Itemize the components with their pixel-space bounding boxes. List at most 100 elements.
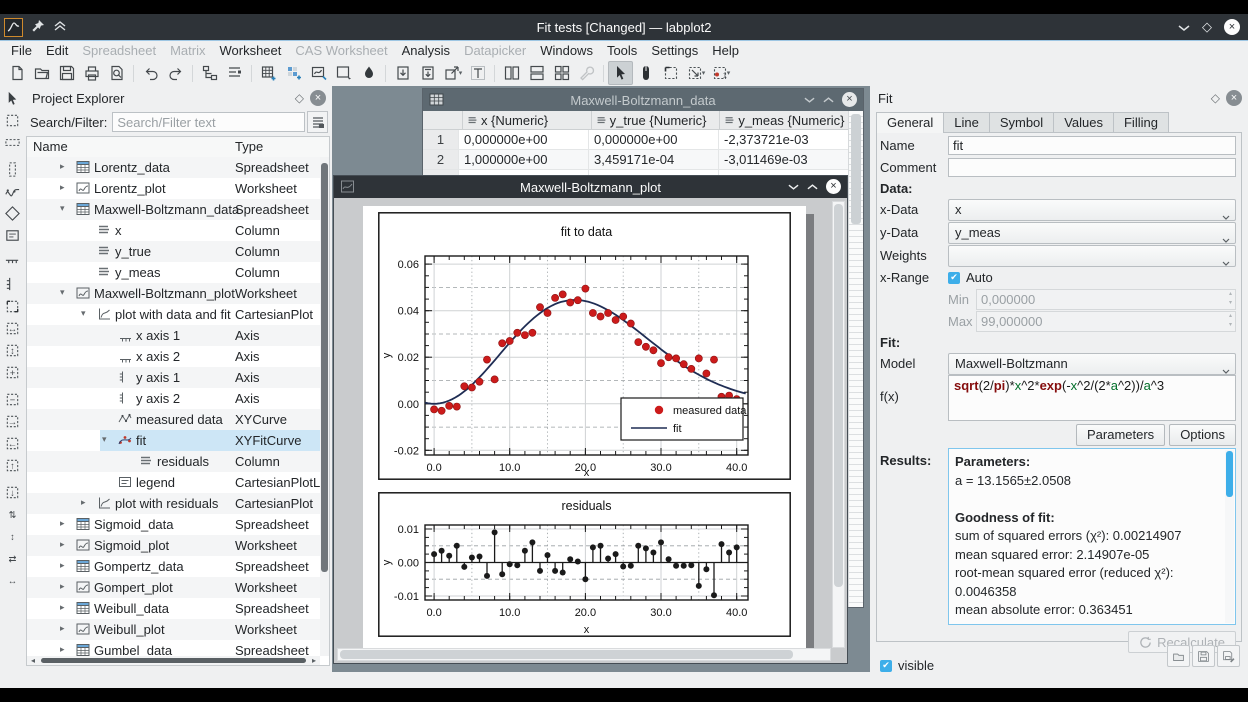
scale-y-tool-icon[interactable]: ⇅: [2, 504, 23, 525]
residuals-chart[interactable]: 0.010.020.030.040.0-0.010.000.01residual…: [378, 492, 791, 640]
expander-icon[interactable]: ▸: [60, 644, 65, 655]
expander-icon[interactable]: ▸: [60, 182, 65, 193]
navigate-mode-icon[interactable]: [633, 61, 658, 85]
tree-row-measured-data[interactable]: measured dataXYCurve: [27, 409, 320, 430]
expander-icon[interactable]: ▾: [102, 434, 107, 445]
spreadsheet-column-header[interactable]: y_true {Numeric}: [592, 111, 721, 129]
new-note-icon[interactable]: [356, 61, 381, 85]
plot-window-titlebar[interactable]: Maxwell-Boltzmann_plot ×: [334, 176, 847, 198]
model-combobox[interactable]: Maxwell-Boltzmann: [948, 353, 1236, 375]
plot-close-icon[interactable]: ×: [826, 179, 841, 194]
tree-vertical-scrollbar[interactable]: [320, 157, 329, 656]
tree-row-plot-with-data-and-fit[interactable]: ▾plot with data and fitCartesianPlot: [27, 304, 320, 325]
tree-column-name[interactable]: Name: [33, 139, 68, 154]
filter-options-icon[interactable]: [307, 111, 328, 133]
menu-tools[interactable]: Tools: [600, 42, 644, 59]
add-legend-tool-icon[interactable]: [2, 225, 23, 246]
new-worksheet-icon[interactable]: [306, 61, 331, 85]
expander-icon[interactable]: ▾: [81, 308, 86, 319]
tab-filling[interactable]: Filling: [1113, 112, 1169, 133]
tab-general[interactable]: General: [876, 112, 944, 133]
menu-edit[interactable]: Edit: [39, 42, 75, 59]
menu-analysis[interactable]: Analysis: [395, 42, 457, 59]
print-icon[interactable]: [79, 61, 104, 85]
tree-row-x[interactable]: xColumn: [27, 220, 320, 241]
parameters-button[interactable]: Parameters: [1076, 424, 1165, 446]
plot-minimize-icon[interactable]: [788, 179, 799, 194]
float-fit-dock-icon[interactable]: ◇: [1211, 91, 1220, 105]
add-equation-curve-tool-icon[interactable]: [2, 203, 23, 224]
undo-icon[interactable]: [138, 61, 163, 85]
zoom-select-mode-icon[interactable]: [658, 61, 683, 85]
zoom-x-select-tool-icon[interactable]: [2, 132, 23, 153]
spreadsheet-column-header[interactable]: x {Numeric}: [463, 111, 592, 129]
tree-row-Gompertz_data[interactable]: ▸Gompertz_dataSpreadsheet: [27, 556, 320, 577]
shift-left-tool-icon[interactable]: ←: [2, 433, 23, 454]
add-y-axis-tool-icon[interactable]: [2, 274, 23, 295]
tab-symbol[interactable]: Symbol: [989, 112, 1054, 133]
open-file-icon[interactable]: [29, 61, 54, 85]
tree-row-x-axis-1[interactable]: x axis 1Axis: [27, 325, 320, 346]
xrange-auto-checkbox[interactable]: ✔: [948, 272, 960, 284]
worksheet-horizontal-scrollbar[interactable]: [337, 648, 831, 661]
tree-row-y_true[interactable]: y_trueColumn: [27, 241, 320, 262]
import-file-icon[interactable]: [390, 61, 415, 85]
save-function-icon[interactable]: [1192, 645, 1215, 667]
ss-close-icon[interactable]: ×: [842, 92, 857, 107]
tree-row-Maxwell-Boltzmann_data[interactable]: ▾Maxwell-Boltzmann_dataSpreadsheet: [27, 199, 320, 220]
plot-maximize-icon[interactable]: [807, 179, 818, 194]
expander-icon[interactable]: ▸: [81, 497, 86, 508]
results-scrollbar[interactable]: [1225, 450, 1234, 623]
spreadsheet-window-titlebar[interactable]: Maxwell-Boltzmann_data ×: [423, 89, 863, 111]
tree-row-plot-with-residuals[interactable]: ▸plot with residualsCartesianPlot: [27, 493, 320, 514]
configure-icon[interactable]: [574, 61, 599, 85]
weights-combobox[interactable]: [948, 245, 1236, 267]
menu-settings[interactable]: Settings: [644, 42, 705, 59]
tree-row-y-axis-1[interactable]: y axis 1Axis: [27, 367, 320, 388]
spreadsheet-row[interactable]: 21,000000e+003,459171e-04-3,011469e-03: [423, 150, 849, 170]
tile-horizontal-icon[interactable]: [524, 61, 549, 85]
tab-line[interactable]: Line: [943, 112, 990, 133]
expander-icon[interactable]: ▸: [60, 602, 65, 613]
text-label-icon[interactable]: [465, 61, 490, 85]
ss-minimize-icon[interactable]: [804, 92, 815, 107]
new-file-icon[interactable]: [4, 61, 29, 85]
menu-help[interactable]: Help: [705, 42, 746, 59]
tree-row-residuals[interactable]: residualsColumn: [27, 451, 320, 472]
tree-row-Sigmoid_data[interactable]: ▸Sigmoid_dataSpreadsheet: [27, 514, 320, 535]
expander-icon[interactable]: ▸: [60, 581, 65, 592]
select-mode-icon[interactable]: [608, 61, 633, 85]
zoom-in-tool-icon[interactable]: +: [2, 362, 23, 383]
tree-row-Gompert_plot[interactable]: ▸Gompert_plotWorksheet: [27, 577, 320, 598]
maximize-icon[interactable]: ◇: [1202, 19, 1212, 35]
visible-checkbox[interactable]: ✔: [880, 660, 892, 672]
save-file-icon[interactable]: [54, 61, 79, 85]
export-icon[interactable]: ▾: [440, 61, 465, 85]
float-dock-icon[interactable]: ◇: [295, 91, 304, 105]
auto-scale-x-tool-icon[interactable]: ↔: [2, 318, 23, 339]
menu-file[interactable]: File: [4, 42, 39, 59]
ydata-combobox[interactable]: y_meas: [948, 222, 1236, 244]
tree-row-Weibull_data[interactable]: ▸Weibull_dataSpreadsheet: [27, 598, 320, 619]
tree-row-Sigmoid_plot[interactable]: ▸Sigmoid_plotWorksheet: [27, 535, 320, 556]
name-input[interactable]: [948, 136, 1236, 155]
tree-row-Weibull_plot[interactable]: ▸Weibull_plotWorksheet: [27, 619, 320, 640]
tile-grid-icon[interactable]: [549, 61, 574, 85]
tile-vertical-icon[interactable]: [499, 61, 524, 85]
close-fit-dock-icon[interactable]: ×: [1226, 90, 1242, 106]
fit-to-data-chart[interactable]: 0.010.020.030.040.0-0.020.000.020.040.06…: [378, 212, 791, 483]
scale-y2-tool-icon[interactable]: ↕: [2, 526, 23, 547]
tree-row-fit[interactable]: ▾fitXYFitCurve: [27, 430, 320, 451]
options-button[interactable]: Options: [1169, 424, 1236, 446]
plot-window[interactable]: Maxwell-Boltzmann_plot × 0.010.020.030.0…: [333, 175, 848, 664]
tree-row-x-axis-2[interactable]: x axis 2Axis: [27, 346, 320, 367]
expander-icon[interactable]: ▾: [60, 203, 65, 214]
spreadsheet-row[interactable]: 10,000000e+000,000000e+00-2,373721e-03: [423, 130, 849, 150]
spreadsheet-vertical-scrollbar[interactable]: [848, 111, 863, 607]
import-sql-icon[interactable]: [415, 61, 440, 85]
tree-column-type[interactable]: Type: [235, 139, 263, 154]
tree-row-Lorentz_plot[interactable]: ▸Lorentz_plotWorksheet: [27, 178, 320, 199]
shift-up-tool-icon[interactable]: ↑: [2, 455, 23, 476]
new-matrix-icon[interactable]: [281, 61, 306, 85]
new-workbook-icon[interactable]: [222, 61, 247, 85]
